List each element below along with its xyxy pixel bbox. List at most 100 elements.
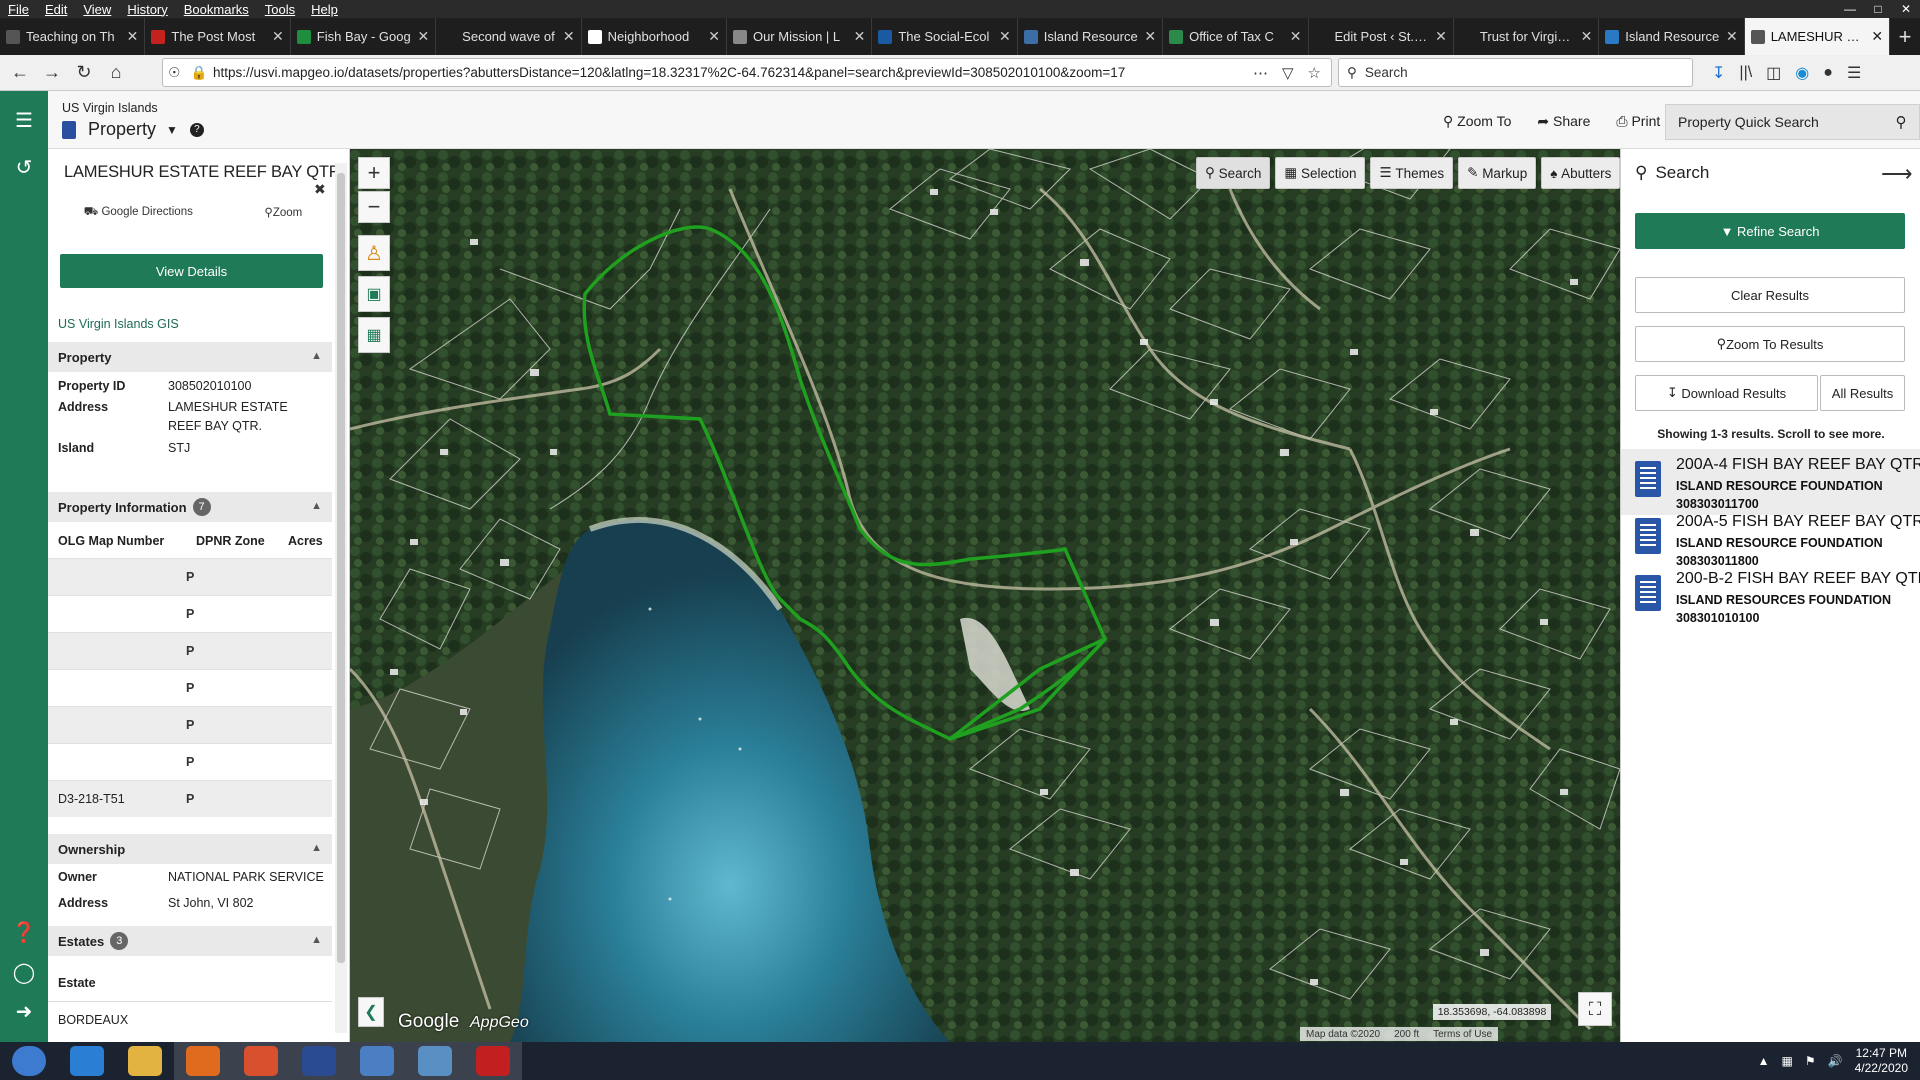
search-tool-button[interactable]: ⚲ Search (1196, 157, 1271, 189)
satellite-toggle-icon[interactable]: ▦ (358, 317, 390, 353)
start-icon[interactable] (0, 1042, 58, 1080)
flag-icon[interactable]: ⚑ (1805, 1054, 1816, 1068)
menu-help[interactable]: Help (303, 2, 346, 17)
map-view[interactable]: + − ♙ ▣ ▦ ⚲ Search ▦ Selection ☰ Themes … (350, 149, 1620, 1042)
scrollbar-thumb[interactable] (337, 173, 345, 963)
chevron-up-icon[interactable]: ▲ (311, 842, 322, 854)
zoom-to-results-button[interactable]: ⚲ Zoom To Results (1635, 326, 1905, 362)
sign-in-icon[interactable]: ➜ (0, 996, 48, 1026)
help-icon[interactable]: ❓ (0, 917, 48, 947)
menu-file[interactable]: File (0, 2, 37, 17)
tab-5[interactable]: Neighborhood ✕ (582, 18, 727, 55)
collapse-panel-icon[interactable]: ❮ (358, 997, 384, 1027)
tray-chevron-icon[interactable]: ▲ (1758, 1054, 1770, 1068)
url-text[interactable]: https://usvi.mapgeo.io/datasets/properti… (213, 65, 1253, 80)
tab-3[interactable]: Fish Bay - Goog ✕ (291, 18, 437, 55)
zoom-in-button[interactable]: + (358, 157, 390, 189)
abutters-tool-button[interactable]: ♠ Abutters (1541, 157, 1620, 189)
close-tab-icon[interactable]: ✕ (1726, 28, 1738, 45)
download-icon[interactable]: ↧ (1712, 63, 1725, 83)
back-icon[interactable]: ← (4, 57, 36, 89)
menu-tools[interactable]: Tools (257, 2, 303, 17)
chrome-icon[interactable] (174, 1042, 232, 1080)
palette-app-icon[interactable] (406, 1042, 464, 1080)
reload-icon[interactable]: ↻ (68, 57, 100, 89)
close-icon[interactable]: ✖ (314, 181, 326, 198)
pocket-icon[interactable]: ▽ (1282, 64, 1294, 82)
close-tab-icon[interactable]: ✕ (854, 28, 866, 45)
red-app-icon[interactable] (464, 1042, 522, 1080)
feather-app-icon[interactable] (348, 1042, 406, 1080)
print-button[interactable]: ⎙ Print (1616, 113, 1660, 130)
skype-icon[interactable]: ◉ (1795, 63, 1809, 83)
firefox-icon[interactable] (232, 1042, 290, 1080)
close-tab-icon[interactable]: ✕ (127, 28, 139, 45)
close-tab-icon[interactable]: ✕ (1871, 28, 1883, 45)
close-tab-icon[interactable]: ✕ (417, 28, 429, 45)
home-icon[interactable]: ⌂ (100, 57, 132, 89)
markup-tool-button[interactable]: ✎ Markup (1458, 157, 1537, 189)
close-tab-icon[interactable]: ✕ (999, 28, 1011, 45)
result-item[interactable]: 200-B-2 FISH BAY REEF BAY QTR. ISLAND RES… (1621, 563, 1920, 629)
share-button[interactable]: ➦ Share (1537, 113, 1590, 130)
lock-icon[interactable]: 🔒 (191, 65, 208, 81)
arrow-right-icon[interactable]: ⟶ (1881, 161, 1913, 187)
estates-header[interactable]: Estates 3 ▲ (48, 926, 332, 956)
tab-13[interactable]: LAMESHUR EST ✕ (1744, 18, 1891, 55)
property-section-header[interactable]: Property ▲ (48, 342, 332, 372)
menu-edit[interactable]: Edit (37, 2, 75, 17)
ownership-header[interactable]: Ownership ▲ (48, 834, 332, 864)
chat-icon[interactable]: ◯ (0, 957, 48, 987)
satellite-map[interactable] (350, 149, 1620, 1042)
search-icon[interactable]: ⚲ (1883, 113, 1919, 131)
close-tab-icon[interactable]: ✕ (563, 28, 575, 45)
tab-4[interactable]: Second wave of ✕ (436, 18, 582, 55)
street-view-icon[interactable]: ♙ (358, 235, 390, 271)
url-bar[interactable]: ☉ 🔒 https://usvi.mapgeo.io/datasets/prope… (162, 58, 1332, 87)
google-directions-link[interactable]: ⛟ Google Directions (84, 205, 193, 220)
tab-11[interactable]: Trust for Virgin Islan ✕ (1454, 18, 1600, 55)
browser-search-box[interactable]: ⚲ Search (1338, 58, 1693, 87)
all-results-button[interactable]: All Results (1820, 375, 1905, 411)
selection-tool-button[interactable]: ▦ Selection (1275, 157, 1366, 189)
menu-history[interactable]: History (119, 2, 175, 17)
clear-results-button[interactable]: Clear Results (1635, 277, 1905, 313)
forward-icon[interactable]: → (36, 57, 68, 89)
volume-icon[interactable]: 🔊 (1828, 1054, 1843, 1068)
list-item[interactable]: BORDEAUX (48, 1001, 332, 1038)
bookmark-star-icon[interactable]: ☆ (1308, 64, 1321, 82)
tab-1[interactable]: Teaching on Th ✕ (0, 18, 146, 55)
close-window-icon[interactable]: ✕ (1892, 0, 1920, 18)
chevron-up-icon[interactable]: ▲ (311, 350, 322, 362)
account-icon[interactable]: ● (1823, 64, 1833, 82)
network-icon[interactable]: ▦ (1782, 1054, 1793, 1068)
basemap-icon[interactable]: ▣ (358, 276, 390, 312)
close-tab-icon[interactable]: ✕ (1290, 28, 1302, 45)
minimize-icon[interactable]: — (1836, 0, 1864, 18)
library-icon[interactable]: ||\ (1739, 64, 1752, 82)
maximize-icon[interactable]: □ (1864, 0, 1892, 18)
chevron-down-icon[interactable]: ▼ (166, 123, 178, 137)
fullscreen-icon[interactable]: ⛶ (1578, 992, 1612, 1026)
tab-7[interactable]: The Social-Ecol ✕ (872, 18, 1018, 55)
internet-explorer-icon[interactable] (58, 1042, 116, 1080)
tab-9[interactable]: Office of Tax C ✕ (1163, 18, 1309, 55)
hamburger-menu-icon[interactable]: ☰ (1847, 63, 1861, 83)
layer-selector[interactable]: Property ▼ ? (62, 119, 204, 140)
close-tab-icon[interactable]: ✕ (1435, 28, 1447, 45)
terms-link[interactable]: Terms of Use (1433, 1029, 1492, 1040)
panel-scrollbar[interactable] (335, 163, 347, 1033)
menu-view[interactable]: View (75, 2, 119, 17)
property-quick-search[interactable]: Property Quick Search ⚲ (1665, 104, 1920, 140)
question-icon[interactable]: ? (189, 122, 204, 137)
page-actions-icon[interactable]: ⋯ (1253, 64, 1268, 82)
zoom-to-button[interactable]: ⚲ Zoom To (1443, 113, 1511, 130)
chevron-up-icon[interactable]: ▲ (311, 500, 322, 512)
file-explorer-icon[interactable] (116, 1042, 174, 1080)
moon-app-icon[interactable] (290, 1042, 348, 1080)
zoom-link[interactable]: ⚲Zoom (264, 205, 302, 220)
menu-icon[interactable]: ☰ (0, 105, 48, 135)
property-information-header[interactable]: Property Information 7 ▲ (48, 492, 332, 522)
tab-10[interactable]: Edit Post ‹ St. Thom ✕ (1309, 18, 1454, 55)
shield-icon[interactable]: ☉ (168, 65, 180, 81)
